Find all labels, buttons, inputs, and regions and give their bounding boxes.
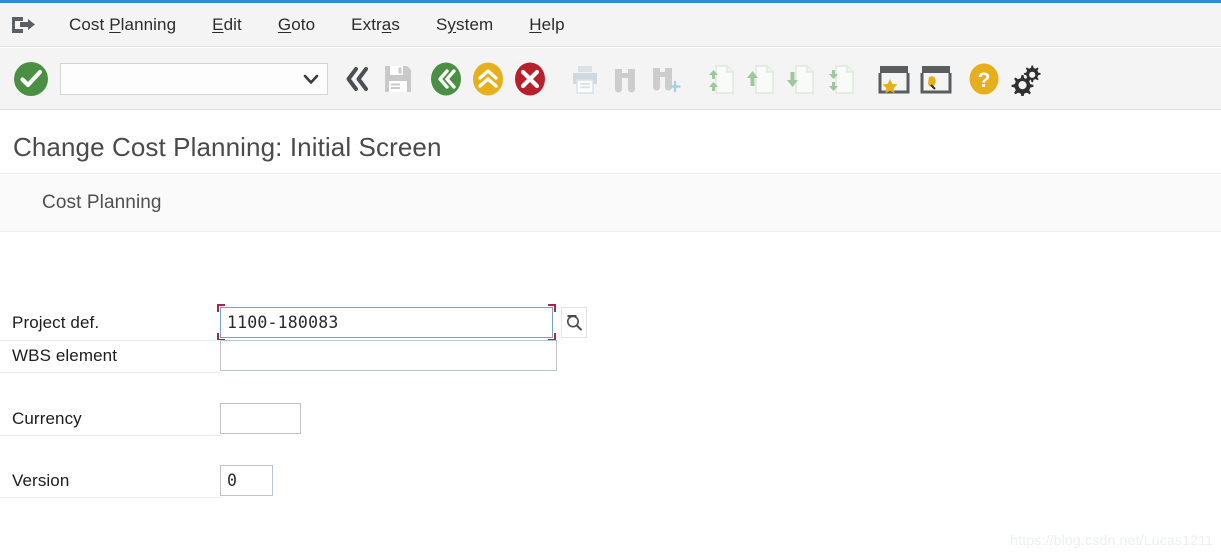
first-page-button[interactable]: [702, 55, 736, 103]
gear-icon: [1011, 65, 1041, 96]
yellow-up-circle-icon: [473, 62, 503, 95]
settings-button[interactable]: [1007, 55, 1045, 103]
printer-icon: [573, 65, 597, 94]
menu-label-extras: Extras: [351, 14, 400, 34]
menu-item-help[interactable]: Help: [511, 6, 582, 44]
project-def-field-wrapper[interactable]: [217, 304, 556, 341]
help-button[interactable]: ?: [967, 55, 1001, 103]
main-toolbar: ?: [0, 48, 1221, 110]
binoculars-icon: [615, 68, 635, 92]
menu-label-goto: Goto: [277, 14, 316, 34]
menu-bar: Cost Planning Edit Goto Extras System He…: [0, 3, 1221, 47]
binoculars-plus-icon: [653, 67, 681, 92]
double-chevron-left-icon: [346, 66, 368, 91]
wbs-element-label: WBS element: [12, 345, 118, 365]
command-input[interactable]: [61, 64, 291, 93]
svg-text:?: ?: [978, 69, 991, 92]
version-input[interactable]: [220, 465, 273, 496]
project-def-input[interactable]: [220, 307, 553, 338]
green-check-circle-icon: [14, 61, 48, 96]
sap-gui-window: Cost Planning Edit Goto Extras System He…: [0, 0, 1221, 554]
red-x-circle-icon: [515, 62, 545, 95]
watermark: https://blog.csdn.net/Lucas1211: [1010, 532, 1213, 548]
save-button[interactable]: [381, 55, 415, 103]
window-hand-icon: [920, 65, 952, 93]
enter-button[interactable]: [12, 55, 50, 103]
cancel-button[interactable]: [512, 55, 548, 103]
print-button[interactable]: [568, 55, 602, 103]
menu-label-help: Help: [529, 14, 565, 34]
chevron-down-icon[interactable]: [303, 71, 319, 87]
currency-label: Currency: [12, 408, 82, 428]
menu-label-edit: Edit: [212, 14, 242, 34]
currency-input[interactable]: [220, 403, 301, 434]
project-def-label: Project def.: [12, 312, 100, 332]
question-circle-icon: ?: [969, 63, 999, 94]
field-row-project-def: Project def.: [12, 304, 587, 341]
customize-button[interactable]: [918, 55, 954, 103]
field-row-currency: Currency: [12, 403, 301, 434]
favorites-button[interactable]: [876, 55, 912, 103]
page-previous-icon: [747, 64, 774, 94]
version-label: Version: [12, 470, 70, 490]
row-separator-4: [0, 497, 222, 498]
back-button[interactable]: [428, 55, 464, 103]
menu-label-system: System: [435, 14, 494, 34]
page-title-bar: Change Cost Planning: Initial Screen: [0, 122, 1221, 174]
section-header-label: Cost Planning: [42, 192, 162, 213]
field-row-version: Version: [12, 465, 273, 496]
last-page-button[interactable]: [822, 55, 856, 103]
exit-button[interactable]: [470, 55, 506, 103]
project-def-f4-help-button[interactable]: [561, 307, 587, 338]
find-next-button[interactable]: [648, 55, 682, 103]
command-back-button[interactable]: [341, 55, 375, 103]
menu-item-goto[interactable]: Goto: [260, 6, 333, 44]
wbs-element-input[interactable]: [220, 340, 557, 371]
row-separator-2: [0, 372, 222, 373]
page-title: Change Cost Planning: Initial Screen: [13, 132, 442, 162]
menu-item-extras[interactable]: Extras: [333, 6, 418, 44]
form-area: Project def. WBS element: [0, 232, 1221, 554]
floppy-disk-icon: [385, 65, 411, 92]
page-first-icon: [709, 64, 734, 94]
menu-item-system[interactable]: System: [418, 6, 511, 44]
menu-item-cost-planning[interactable]: Cost Planning: [51, 6, 194, 44]
command-field[interactable]: [60, 62, 328, 95]
page-last-icon: [829, 64, 854, 94]
exit-pointer-icon[interactable]: [9, 12, 37, 38]
menu-item-edit[interactable]: Edit: [194, 6, 260, 44]
page-next-icon: [787, 64, 814, 94]
menu-label-cost-planning: Cost Planning: [69, 14, 177, 34]
previous-page-button[interactable]: [742, 55, 776, 103]
search-magnifier-icon: [566, 315, 582, 331]
green-back-circle-icon: [431, 62, 461, 95]
row-separator-3: [0, 435, 222, 436]
window-star-icon: [878, 65, 910, 93]
find-button[interactable]: [608, 55, 642, 103]
field-row-wbs-element: WBS element: [12, 340, 557, 371]
next-page-button[interactable]: [782, 55, 816, 103]
section-header: Cost Planning: [0, 175, 1221, 232]
